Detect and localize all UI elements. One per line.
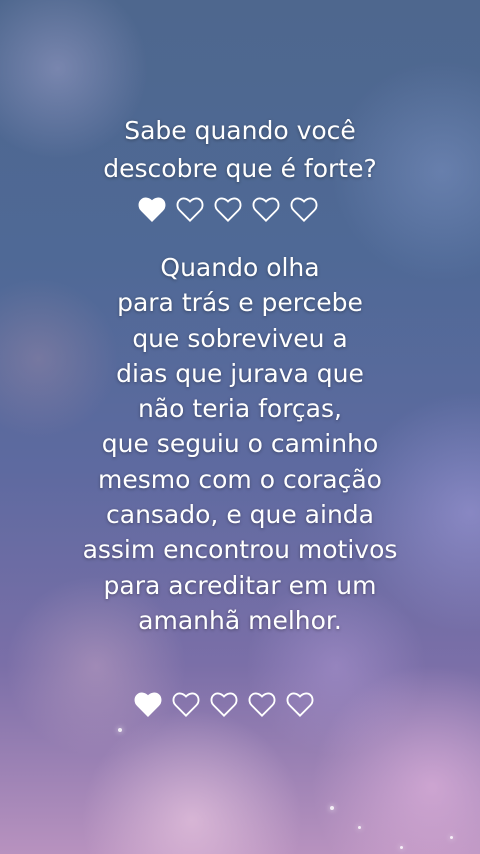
heart-outline-icon [248, 692, 276, 717]
body-line: que sobreviveu a [132, 323, 348, 353]
sparkle [358, 826, 361, 829]
headline-line: Sabe quando você [124, 116, 356, 145]
body-line: dias que jurava que [116, 358, 364, 388]
heart-outline-icon [290, 197, 318, 222]
body-line: amanhã melhor. [138, 605, 342, 635]
heart-outline-icon [210, 692, 238, 717]
body-line: não teria forças, [138, 394, 342, 424]
body-line: assim encontrou motivos [82, 535, 398, 565]
body-line: mesmo com o coração [98, 464, 382, 494]
sparkle [330, 806, 334, 810]
sparkle [400, 846, 403, 849]
body-line: Quando olha [160, 253, 320, 282]
sparkle [450, 836, 453, 839]
heart-filled-icon [138, 197, 166, 222]
body-line: que seguiu o caminho [101, 429, 379, 459]
heart-filled-icon [134, 692, 162, 717]
body-line: para acreditar em um [103, 570, 377, 600]
heart-outline-icon [172, 692, 200, 717]
heart-outline-icon [252, 197, 280, 222]
heart-outline-icon [214, 197, 242, 222]
sparkle [118, 728, 122, 732]
body-line: cansado, e que ainda [106, 500, 374, 530]
heart-outline-icon [286, 692, 314, 717]
headline-line: descobre que é forte? [103, 154, 377, 183]
body-text: Quando olha para trás e percebe que sobr… [0, 250, 480, 638]
story-background: Sabe quando você descobre que é forte? Q… [0, 0, 480, 854]
heart-outline-icon [176, 197, 204, 222]
hearts-rating-top [138, 196, 318, 222]
hearts-rating-bottom [134, 691, 314, 717]
headline: Sabe quando você descobre que é forte? [0, 112, 480, 188]
body-line: para trás e percebe [117, 288, 363, 318]
